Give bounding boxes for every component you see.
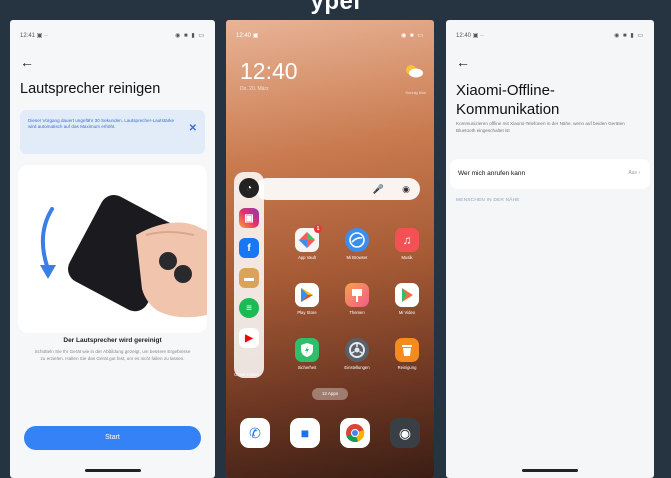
app-label: Einstellungen [344, 365, 370, 370]
status-time: 12:40 [456, 32, 472, 39]
status-icons: ◉ ■ ▮ ▭ [614, 32, 644, 39]
app-play-store[interactable]: Play Store [290, 283, 324, 315]
play-store-icon [295, 283, 319, 307]
trash-icon [395, 338, 419, 362]
app-label: Mi Browser [346, 255, 368, 260]
weather-label: Sonnig Klar [405, 90, 426, 95]
app-label: Mi Video [398, 310, 416, 315]
themes-icon [345, 283, 369, 307]
back-arrow-icon[interactable]: ← [456, 54, 470, 70]
app-themen[interactable]: Themen [340, 283, 374, 315]
app-sidebar[interactable]: ◔ ▣ f ▬ ≡ ▶ [234, 172, 264, 378]
weather-icon[interactable] [404, 64, 424, 78]
start-button[interactable]: Start [24, 426, 201, 450]
security-shield-icon [295, 338, 319, 362]
camera-icon[interactable]: ◉ [390, 418, 420, 448]
close-icon[interactable]: ✕ [189, 123, 197, 134]
cleaning-description: Schütteln Sie Ihr Gerät wie in der Abbil… [34, 349, 191, 361]
video-icon [395, 283, 419, 307]
box-icon[interactable]: ▬ [239, 268, 259, 288]
row-label: Wer mich anrufen kann [458, 170, 526, 177]
shake-illustration [18, 165, 207, 333]
dock: ✆ ■ ◉ [234, 418, 426, 452]
app-vault-icon: 1 [295, 225, 322, 252]
app-label: App Vault [298, 255, 316, 260]
status-icons: ◉ ■ ▭ [401, 32, 424, 39]
status-time: 12:41 [20, 32, 36, 39]
header-title: ypel [310, 0, 361, 15]
clock-widget[interactable]: 12:40 [240, 58, 298, 85]
status-icons: ◉ ■ ▮ ▭ [175, 32, 205, 39]
page-title: Lautsprecher reinigen [20, 81, 161, 97]
page-description: Kommunizieren offline mit Xiaomi-Telefon… [456, 121, 625, 133]
phone-icon[interactable]: ✆ [240, 418, 270, 448]
app-label: Themen [349, 310, 365, 315]
who-can-call-row[interactable]: Wer mich anrufen kann Aus › [450, 159, 650, 189]
back-arrow-icon[interactable]: ← [20, 54, 34, 70]
messages-icon[interactable]: ■ [290, 418, 320, 448]
app-mi-browser[interactable]: Mi Browser [340, 228, 374, 260]
gesture-bar[interactable] [522, 469, 578, 472]
info-banner: Dieser Vorgang dauert ungefähr 30 Sekund… [20, 110, 205, 154]
status-bar: 12:40 ▣ ◉ ■ ▭ [236, 30, 424, 40]
nearby-people-link[interactable]: MENSCHEN IN DER NÄHE [456, 198, 520, 203]
spotify-icon[interactable]: ≡ [239, 298, 259, 318]
search-bar[interactable]: 🎤 ◉ [256, 178, 420, 200]
app-label: Play Store [297, 310, 317, 315]
app-einstellungen[interactable]: Einstellungen [340, 338, 374, 370]
microphone-icon[interactable]: 🎤 [373, 184, 384, 195]
app-sicherheit[interactable]: Sicherheit [290, 338, 324, 370]
app-label: Sicherheit [297, 365, 317, 370]
status-extra: ▣ ·· [472, 32, 485, 39]
phone-home-screen: 12:40 ▣ ◉ ■ ▭ 12:40 Do. 20. März Sonnig … [226, 20, 434, 478]
status-extra: ▣ ·· [36, 32, 49, 39]
clock-icon[interactable]: ◔ [239, 178, 259, 198]
music-icon: ♫ [395, 228, 419, 252]
date-label: Do. 20. März [240, 86, 269, 92]
settings-gear-icon [345, 338, 369, 362]
page-title: Xiaomi-Offline-Kommunikation [456, 82, 560, 118]
app-app-vault[interactable]: 1 App Vault [290, 225, 324, 260]
notification-badge: 1 [314, 225, 322, 233]
row-value: Aus › [628, 170, 640, 176]
app-drawer-pill[interactable]: 12 Apps [312, 388, 348, 400]
app-reinigung[interactable]: Reinigung [390, 338, 424, 370]
info-text: Dieser Vorgang dauert ungefähr 30 Sekund… [28, 118, 175, 129]
instagram-icon[interactable]: ▣ [239, 208, 259, 228]
gesture-bar[interactable] [84, 469, 141, 472]
app-label: Musik [401, 255, 413, 260]
status-bar: 12:40 ▣ ·· ◉ ■ ▮ ▭ [456, 30, 644, 40]
facebook-icon[interactable]: f [239, 238, 259, 258]
app-musik[interactable]: ♫ Musik [390, 228, 424, 260]
youtube-icon[interactable]: ▶ [239, 328, 259, 348]
lens-icon[interactable]: ◉ [402, 184, 410, 195]
status-bar: 12:41 ▣ ·· ◉ ■ ▮ ▭ [20, 30, 205, 40]
status-time: 12:40 [236, 32, 252, 39]
app-label: Reinigung [397, 365, 417, 370]
app-mi-video[interactable]: Mi Video [390, 283, 424, 315]
phone-speaker-cleaner: 12:41 ▣ ·· ◉ ■ ▮ ▭ ← Lautsprecher reinig… [10, 20, 215, 478]
browser-icon [345, 228, 369, 252]
phone-offline-communication: 12:40 ▣ ·· ◉ ■ ▮ ▭ ← Xiaomi-Offline-Komm… [446, 20, 654, 478]
cleaning-caption: Der Lautsprecher wird gereinigt [63, 337, 162, 344]
chrome-icon[interactable] [340, 418, 370, 448]
status-extra: ▣ [252, 32, 259, 39]
